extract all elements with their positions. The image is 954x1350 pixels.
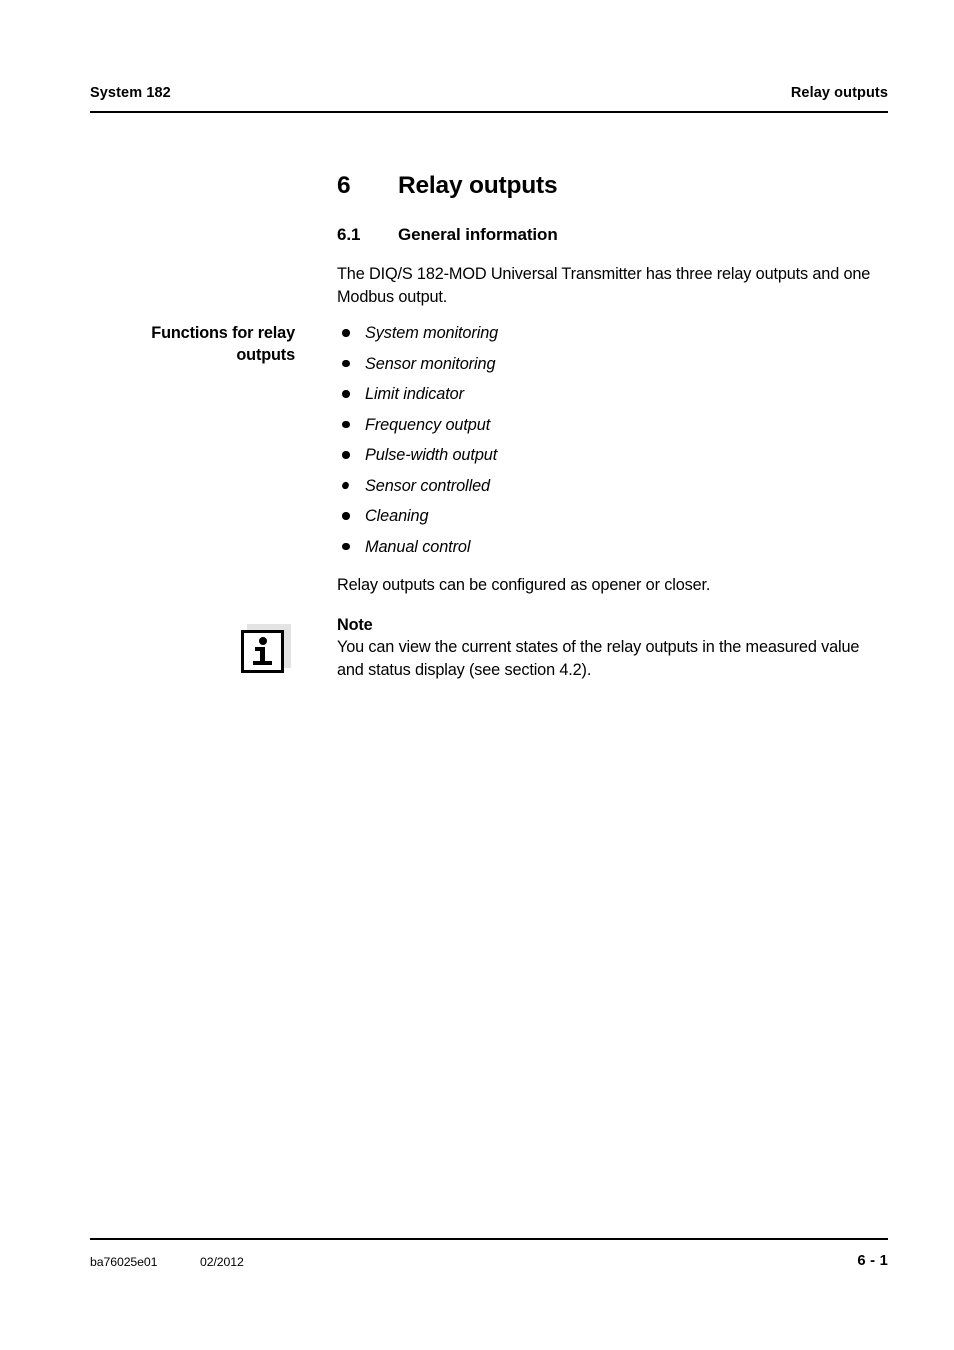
note-title: Note (337, 616, 373, 634)
footer-date: 02/2012 (200, 1255, 244, 1269)
footer-page-number: 6 - 1 (857, 1253, 888, 1269)
list-item-label: Sensor monitoring (365, 354, 496, 373)
note-body: You can view the current states of the r… (337, 638, 860, 679)
section-title: General information (398, 225, 558, 244)
bullet-icon (342, 542, 350, 550)
list-item: Sensor controlled (337, 475, 889, 506)
bullet-icon (342, 451, 350, 459)
margin-note-label: Functions for relay outputs (151, 324, 295, 364)
header-left-title: System 182 (90, 85, 171, 101)
bullet-icon (342, 512, 350, 520)
bullet-icon (342, 420, 350, 428)
list-item-label: System monitoring (365, 324, 499, 342)
list-item-label: Limit indicator (365, 385, 464, 403)
list-item: Frequency output (337, 414, 889, 445)
bullet-icon (342, 329, 350, 337)
note-text-wrapper: Note You can view the current states of … (337, 614, 889, 682)
list-item-label: Manual control (365, 537, 471, 556)
configuration-paragraph: Relay outputs can be configured as opene… (337, 576, 711, 594)
bullet-icon (342, 359, 350, 367)
document-page: System 182 Relay outputs 6 Relay outputs… (0, 0, 954, 1350)
page-header: System 182 Relay outputs (90, 84, 888, 102)
section-number: 6.1 (337, 225, 361, 244)
footer-divider (90, 1238, 888, 1240)
section-heading: 6.1 General information (337, 225, 558, 245)
icon-i-foot-serif (253, 661, 272, 665)
list-item-label: Cleaning (365, 507, 429, 525)
list-item-label: Sensor controlled (365, 476, 491, 495)
chapter-title: Relay outputs (398, 172, 558, 199)
chapter-heading: 6 Relay outputs (337, 172, 558, 200)
list-item: Pulse-width output (337, 444, 889, 475)
bullet-icon (342, 390, 350, 398)
footer-document-id: ba76025e01 (90, 1255, 158, 1269)
header-divider (90, 111, 888, 113)
list-item: System monitoring (337, 322, 889, 353)
list-item: Cleaning (337, 505, 889, 536)
relay-functions-list: System monitoring Sensor monitoring Limi… (337, 322, 889, 566)
list-item: Sensor monitoring (337, 353, 889, 384)
bullet-icon (341, 480, 350, 490)
icon-i-dot (258, 637, 267, 645)
info-i-icon (241, 624, 295, 674)
chapter-number: 6 (337, 172, 351, 199)
intro-paragraph: The DIQ/S 182-MOD Universal Transmitter … (337, 265, 871, 306)
header-right-title: Relay outputs (790, 85, 888, 101)
list-item-label: Pulse-width output (365, 446, 498, 464)
list-item-label: Frequency output (365, 415, 491, 434)
list-item: Limit indicator (337, 383, 889, 414)
list-item: Manual control (337, 536, 889, 567)
